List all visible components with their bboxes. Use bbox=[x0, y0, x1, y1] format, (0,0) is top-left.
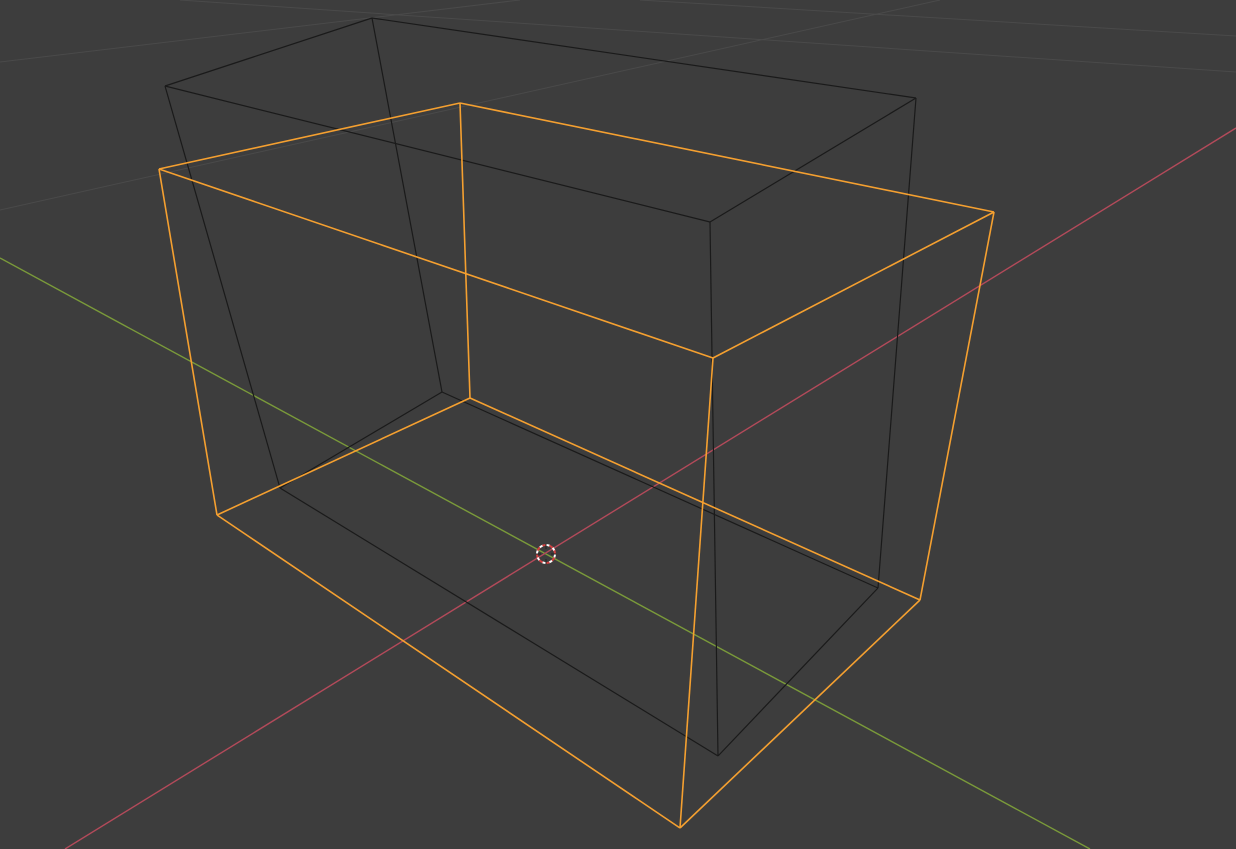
grid-line bbox=[0, 0, 521, 63]
grid-line bbox=[179, 0, 1236, 73]
selected-box[interactable] bbox=[158, 102, 995, 829]
unselected-box[interactable] bbox=[164, 17, 917, 757]
box-edge bbox=[919, 211, 995, 601]
box-edge bbox=[877, 97, 917, 589]
box-edge bbox=[158, 168, 218, 516]
box-edge bbox=[279, 391, 443, 489]
3d-viewport[interactable] bbox=[0, 0, 1236, 849]
box-edge bbox=[216, 514, 681, 829]
box-edge bbox=[679, 357, 714, 829]
box-edge bbox=[459, 102, 471, 399]
box-edge bbox=[158, 168, 714, 359]
box-edge bbox=[441, 391, 879, 589]
grid-line bbox=[639, 0, 1236, 37]
box-edge bbox=[712, 211, 995, 359]
box-edge bbox=[164, 17, 373, 87]
box-edge bbox=[371, 17, 917, 99]
box-edge bbox=[158, 102, 461, 170]
box-edge bbox=[216, 397, 471, 516]
box-edge bbox=[469, 397, 921, 601]
box-edge bbox=[717, 587, 879, 757]
x-axis-line bbox=[64, 127, 1236, 849]
box-edge bbox=[709, 221, 719, 757]
box-edge bbox=[371, 17, 443, 393]
box-edge bbox=[164, 85, 711, 223]
